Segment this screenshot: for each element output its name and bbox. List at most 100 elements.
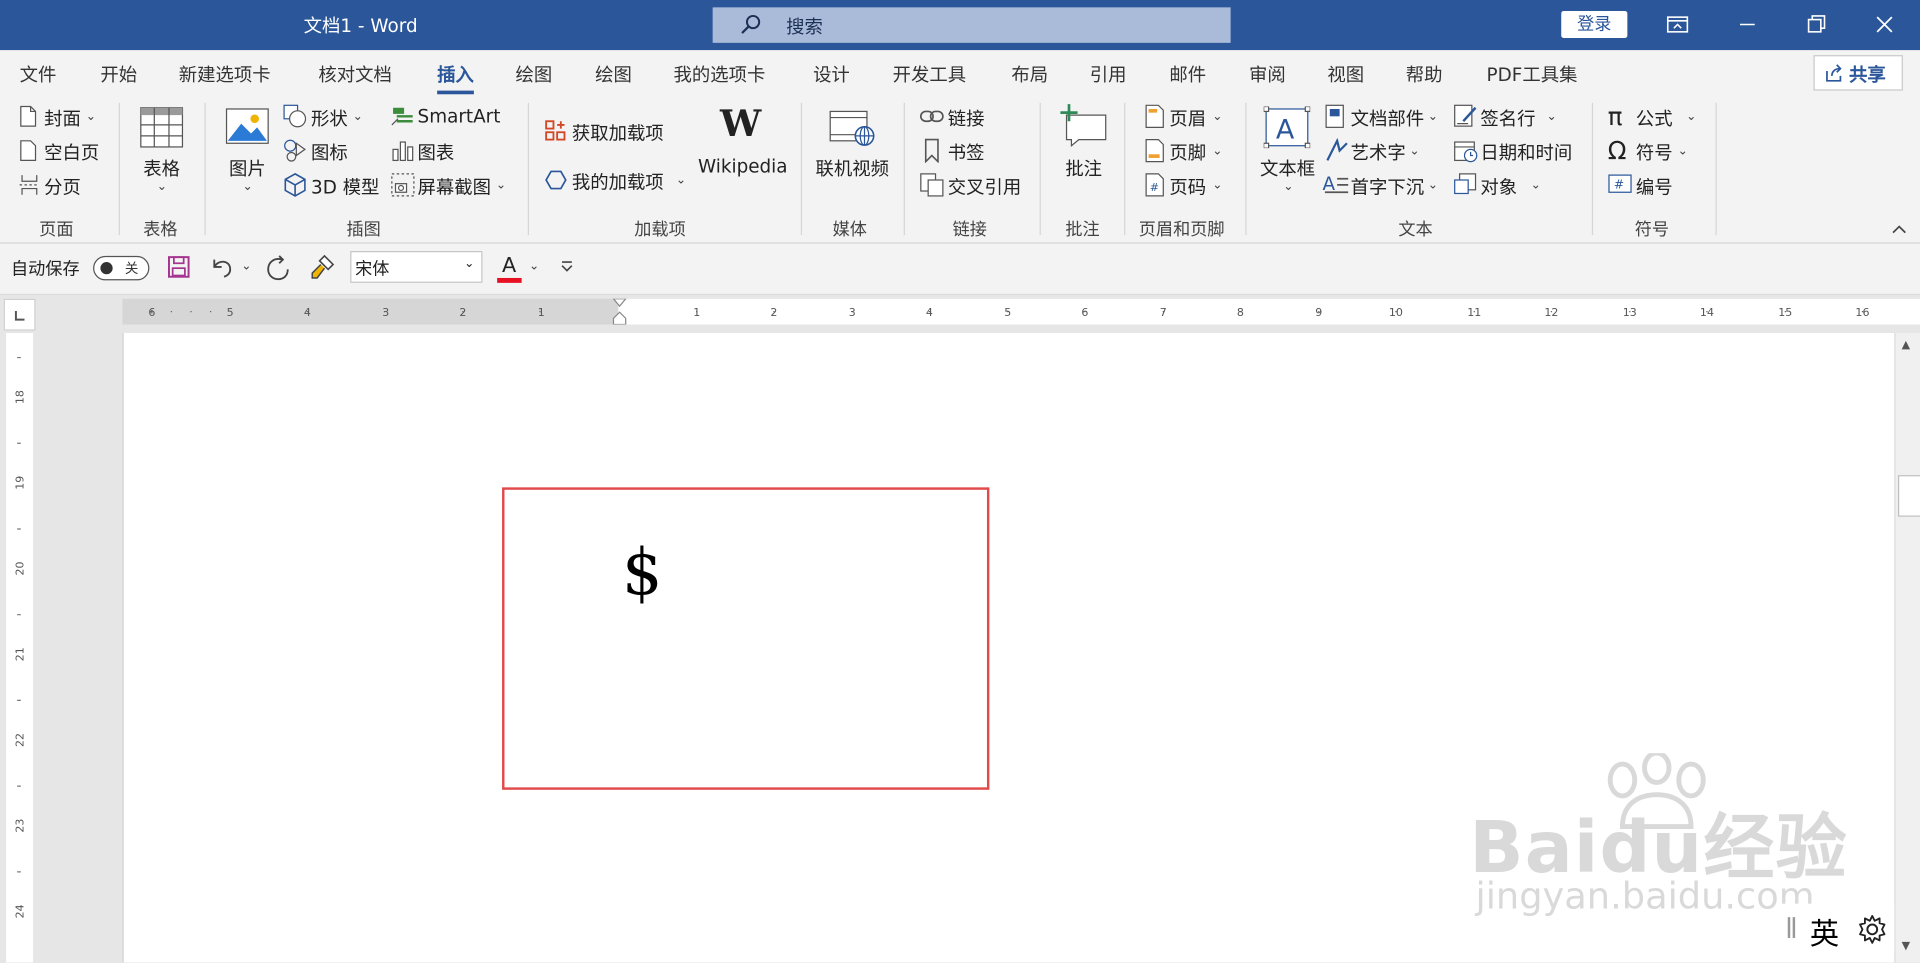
screenshot-button[interactable]: 屏幕截图 bbox=[418, 174, 491, 200]
minimize-icon[interactable] bbox=[1735, 12, 1759, 36]
tab-draw-2[interactable]: 绘图 bbox=[595, 61, 632, 87]
new-comment-icon[interactable] bbox=[1059, 103, 1108, 147]
tab-file[interactable]: 文件 bbox=[20, 61, 57, 87]
tab-new-tab[interactable]: 新建选项卡 bbox=[179, 61, 271, 87]
scroll-thumb[interactable] bbox=[1897, 475, 1920, 517]
equation-button[interactable]: 公式 bbox=[1636, 105, 1673, 131]
footer-button[interactable]: 页脚 bbox=[1169, 140, 1206, 166]
scroll-up-icon[interactable]: ▲ bbox=[1902, 339, 1910, 351]
chevron-down-icon[interactable]: ⌄ bbox=[1409, 144, 1419, 157]
font-name-combobox[interactable]: 宋体 ⌄ bbox=[350, 251, 483, 283]
chevron-down-icon[interactable]: ⌄ bbox=[1686, 110, 1696, 123]
chevron-down-icon[interactable]: ⌄ bbox=[157, 180, 167, 193]
chevron-down-icon[interactable]: ⌄ bbox=[1531, 179, 1541, 192]
ribbon-display-options-icon[interactable] bbox=[1665, 12, 1689, 36]
tab-view[interactable]: 视图 bbox=[1327, 61, 1364, 87]
font-color-dropdown-icon[interactable]: ⌄ bbox=[529, 260, 539, 273]
chevron-down-icon[interactable]: ⌄ bbox=[242, 180, 252, 193]
3d-model-button[interactable]: 3D 模型 bbox=[311, 174, 379, 200]
quick-parts-button[interactable]: 文档部件 bbox=[1351, 105, 1424, 131]
vertical-ruler[interactable]: 18 19 20 21 22 23 24 bbox=[6, 333, 34, 963]
picture-icon[interactable] bbox=[225, 108, 269, 145]
shapes-button[interactable]: 形状 bbox=[311, 105, 348, 131]
chevron-down-icon[interactable]: ⌄ bbox=[1428, 179, 1438, 192]
tab-pdf-tools[interactable]: PDF工具集 bbox=[1487, 61, 1578, 87]
smartart-button[interactable]: SmartArt bbox=[418, 105, 501, 127]
tab-help[interactable]: 帮助 bbox=[1406, 61, 1443, 87]
numbering-button[interactable]: 编号 bbox=[1636, 174, 1673, 200]
chevron-down-icon[interactable]: ⌄ bbox=[353, 110, 363, 123]
tab-proofread[interactable]: 核对文档 bbox=[318, 61, 391, 87]
date-time-button[interactable]: 日期和时间 bbox=[1480, 140, 1572, 166]
object-button[interactable]: 对象 bbox=[1480, 174, 1517, 200]
bookmark-button[interactable]: 书签 bbox=[948, 140, 985, 166]
font-color-icon[interactable]: A bbox=[502, 253, 516, 277]
signature-line-button[interactable]: 签名行 bbox=[1480, 105, 1535, 131]
tab-draw-1[interactable]: 绘图 bbox=[516, 61, 553, 87]
gear-icon[interactable] bbox=[1856, 913, 1888, 945]
chevron-down-icon[interactable]: ⌄ bbox=[676, 174, 686, 187]
tab-mailings[interactable]: 邮件 bbox=[1169, 61, 1206, 87]
tab-selector[interactable] bbox=[3, 298, 36, 331]
share-button[interactable]: 共享 bbox=[1813, 55, 1903, 91]
customize-toolbar-icon[interactable] bbox=[561, 261, 573, 273]
restore-icon[interactable] bbox=[1804, 12, 1828, 36]
scroll-down-icon[interactable]: ▼ bbox=[1902, 940, 1910, 952]
redo-icon[interactable] bbox=[264, 255, 291, 282]
cross-reference-button[interactable]: 交叉引用 bbox=[948, 174, 1021, 200]
chart-button[interactable]: 图表 bbox=[418, 140, 455, 166]
chevron-down-icon[interactable]: ⌄ bbox=[1212, 144, 1222, 157]
symbol-button[interactable]: 符号 bbox=[1636, 140, 1673, 166]
textbox-button[interactable]: 文本框 bbox=[1260, 156, 1315, 182]
tab-references[interactable]: 引用 bbox=[1090, 61, 1127, 87]
collapse-ribbon-icon[interactable] bbox=[1892, 224, 1907, 234]
get-addins-button[interactable]: 获取加载项 bbox=[572, 120, 664, 146]
chevron-down-icon[interactable]: ⌄ bbox=[1283, 180, 1293, 193]
autosave-toggle[interactable]: 关 bbox=[93, 255, 150, 281]
ime-indicator[interactable]: 英 bbox=[1777, 903, 1895, 953]
online-video-button[interactable]: 联机视频 bbox=[816, 156, 889, 182]
picture-button[interactable]: 图片 bbox=[229, 156, 266, 182]
text-box-content[interactable]: $ bbox=[622, 536, 663, 609]
format-painter-icon[interactable] bbox=[309, 253, 336, 280]
tab-review[interactable]: 审阅 bbox=[1249, 61, 1286, 87]
my-addins-button[interactable]: 我的加载项 bbox=[572, 169, 664, 195]
wordart-button[interactable]: 艺术字 bbox=[1351, 140, 1406, 166]
undo-dropdown-icon[interactable]: ⌄ bbox=[241, 260, 251, 273]
vertical-scrollbar[interactable]: ▲ ▼ bbox=[1894, 333, 1920, 963]
comment-button[interactable]: 批注 bbox=[1065, 156, 1102, 182]
text-box[interactable]: $ bbox=[502, 487, 990, 790]
textbox-icon[interactable]: A bbox=[1263, 106, 1311, 149]
tab-insert[interactable]: 插入 bbox=[437, 61, 474, 95]
login-button[interactable]: 登录 bbox=[1561, 11, 1628, 38]
wikipedia-button[interactable]: Wikipedia bbox=[698, 156, 788, 178]
tab-my-tab[interactable]: 我的选项卡 bbox=[673, 61, 765, 87]
search-box[interactable]: 搜索 bbox=[712, 7, 1231, 43]
horizontal-ruler[interactable]: 654321 123456 7 8 9 10 11 12 13 14 15 16 bbox=[122, 298, 1920, 325]
close-icon[interactable] bbox=[1872, 12, 1896, 36]
ime-mode[interactable]: 英 bbox=[1810, 910, 1839, 953]
chevron-down-icon[interactable]: ⌄ bbox=[1678, 144, 1688, 157]
page-number-button[interactable]: 页码 bbox=[1169, 174, 1206, 200]
icons-button[interactable]: 图标 bbox=[311, 140, 348, 166]
tab-design[interactable]: 设计 bbox=[813, 61, 850, 87]
chevron-down-icon[interactable]: ⌄ bbox=[496, 179, 506, 192]
header-button[interactable]: 页眉 bbox=[1169, 105, 1206, 131]
chevron-down-icon[interactable]: ⌄ bbox=[1428, 110, 1438, 123]
chevron-down-icon[interactable]: ⌄ bbox=[86, 110, 96, 123]
table-icon[interactable] bbox=[140, 107, 184, 149]
undo-icon[interactable] bbox=[208, 255, 235, 279]
chevron-down-icon[interactable]: ⌄ bbox=[1212, 110, 1222, 123]
tab-developer[interactable]: 开发工具 bbox=[893, 61, 966, 87]
page-break-button[interactable]: 分页 bbox=[44, 174, 81, 200]
ime-drag-handle[interactable] bbox=[1787, 917, 1791, 938]
chevron-down-icon[interactable]: ⌄ bbox=[1212, 179, 1222, 192]
cover-page-button[interactable]: 封面 bbox=[44, 105, 81, 131]
save-icon[interactable] bbox=[167, 255, 191, 279]
chevron-down-icon[interactable]: ⌄ bbox=[1547, 110, 1557, 123]
chevron-down-icon[interactable]: ⌄ bbox=[464, 257, 474, 270]
tab-layout[interactable]: 布局 bbox=[1011, 61, 1048, 87]
online-video-icon[interactable] bbox=[829, 108, 876, 147]
drop-cap-button[interactable]: 首字下沉 bbox=[1351, 174, 1424, 200]
table-button[interactable]: 表格 bbox=[143, 156, 180, 182]
